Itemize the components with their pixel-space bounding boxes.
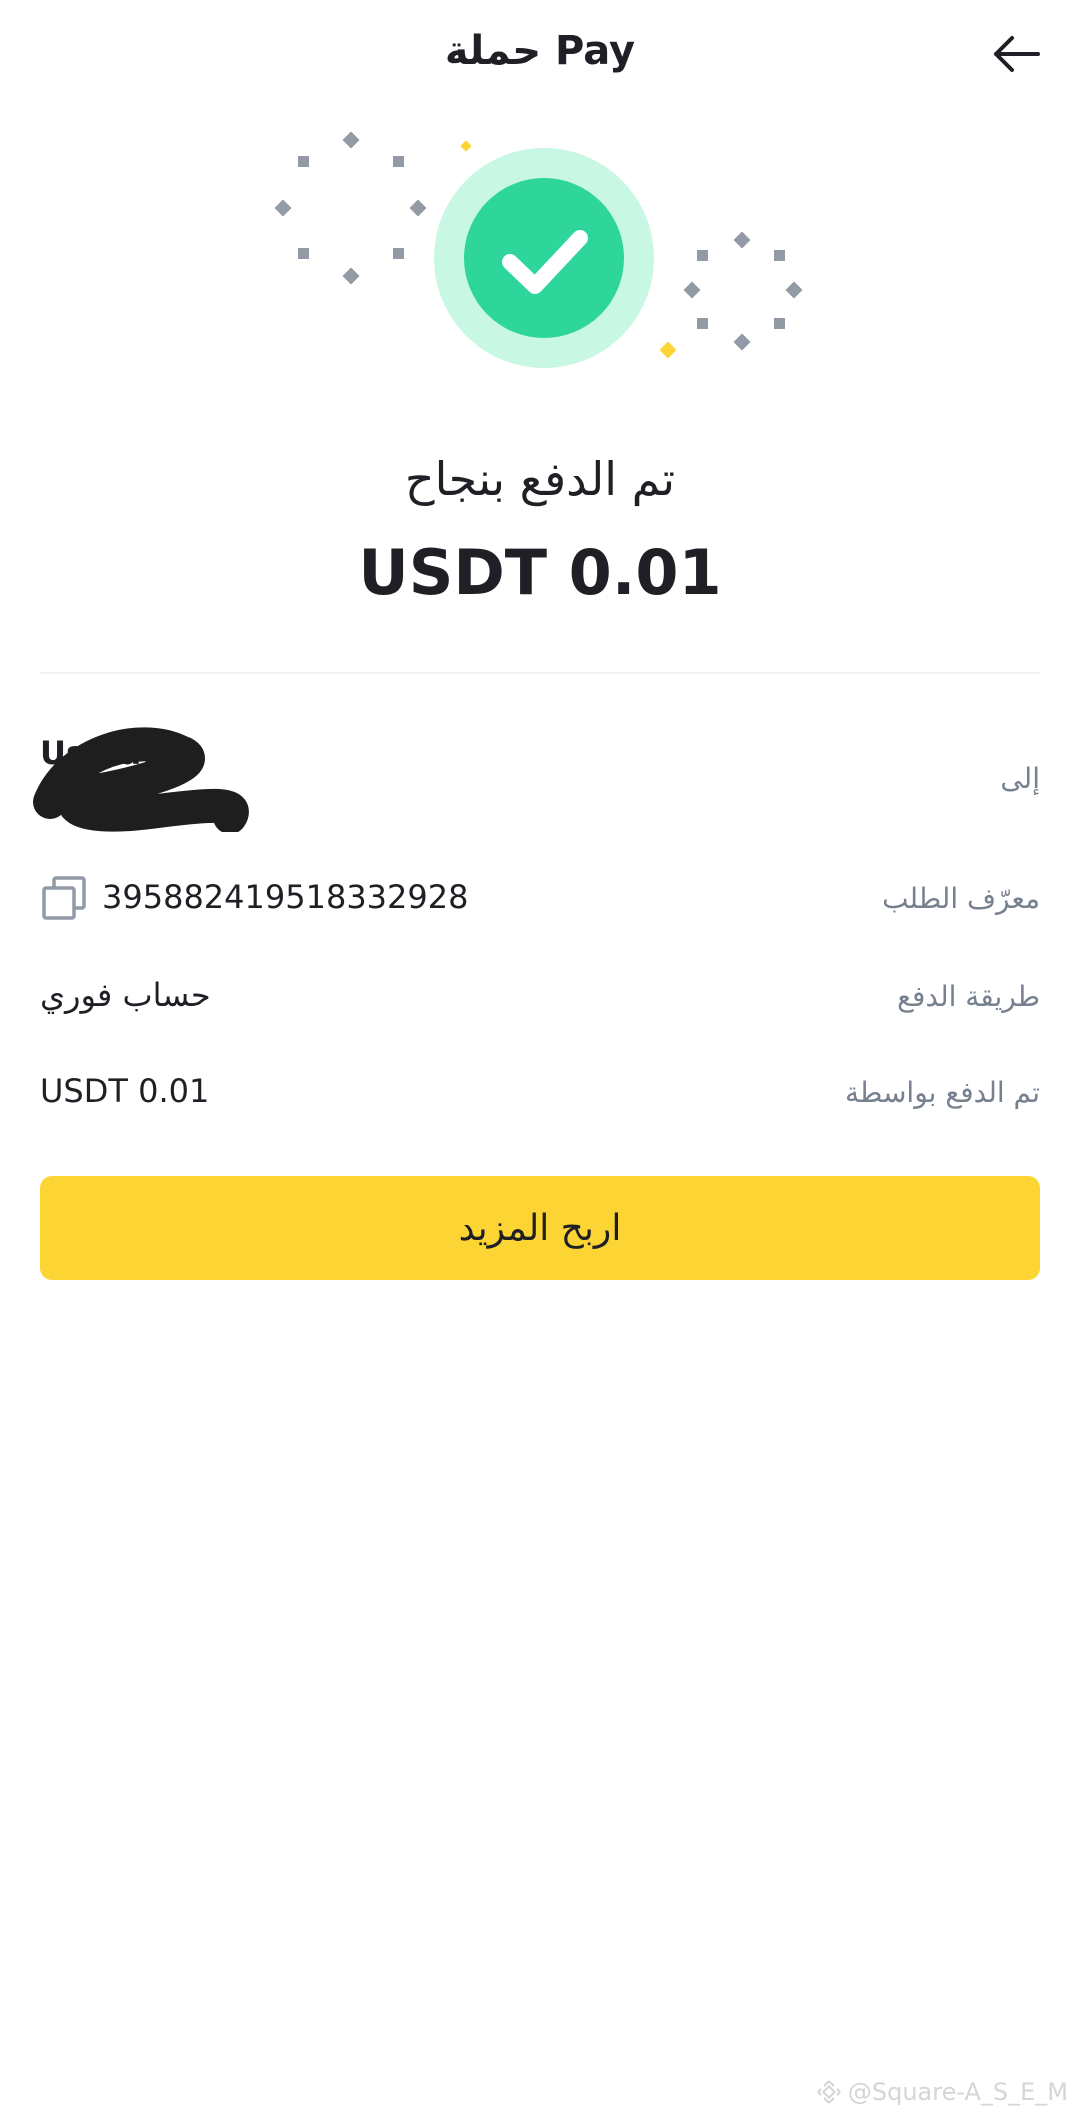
to-label: إلى bbox=[1000, 762, 1040, 795]
earn-more-label: اربح المزيد bbox=[458, 1207, 622, 1249]
payment-method-label: طريقة الدفع bbox=[897, 980, 1040, 1013]
back-button[interactable] bbox=[980, 22, 1052, 86]
watermark: @Square-A_S_E_M bbox=[816, 2078, 1068, 2106]
decorative-dots-right bbox=[683, 231, 803, 351]
order-id-label: معرّف الطلب bbox=[882, 882, 1040, 915]
payment-status-text: تم الدفع بنجاح bbox=[404, 452, 676, 506]
success-illustration bbox=[274, 131, 803, 368]
payment-amount: USDT 0.01 bbox=[358, 536, 722, 609]
watermark-text: @Square-A_S_E_M bbox=[847, 2078, 1068, 2106]
binance-logo-icon bbox=[817, 2080, 841, 2104]
redaction-scribble bbox=[33, 727, 249, 832]
order-id-value: 395882419518332928 bbox=[102, 878, 469, 916]
payment-method-value: حساب فوري bbox=[40, 976, 211, 1014]
decorative-dots-left bbox=[274, 131, 427, 285]
page-title: حملة Pay bbox=[444, 28, 636, 74]
paid-with-label: تم الدفع بواسطة bbox=[844, 1076, 1040, 1109]
arrow-left-icon bbox=[994, 36, 1040, 72]
divider bbox=[40, 672, 1040, 674]
copy-icon[interactable] bbox=[40, 874, 88, 922]
paid-with-value: USDT 0.01 bbox=[40, 1072, 210, 1110]
earn-more-button[interactable]: اربح المزيد bbox=[40, 1176, 1040, 1280]
